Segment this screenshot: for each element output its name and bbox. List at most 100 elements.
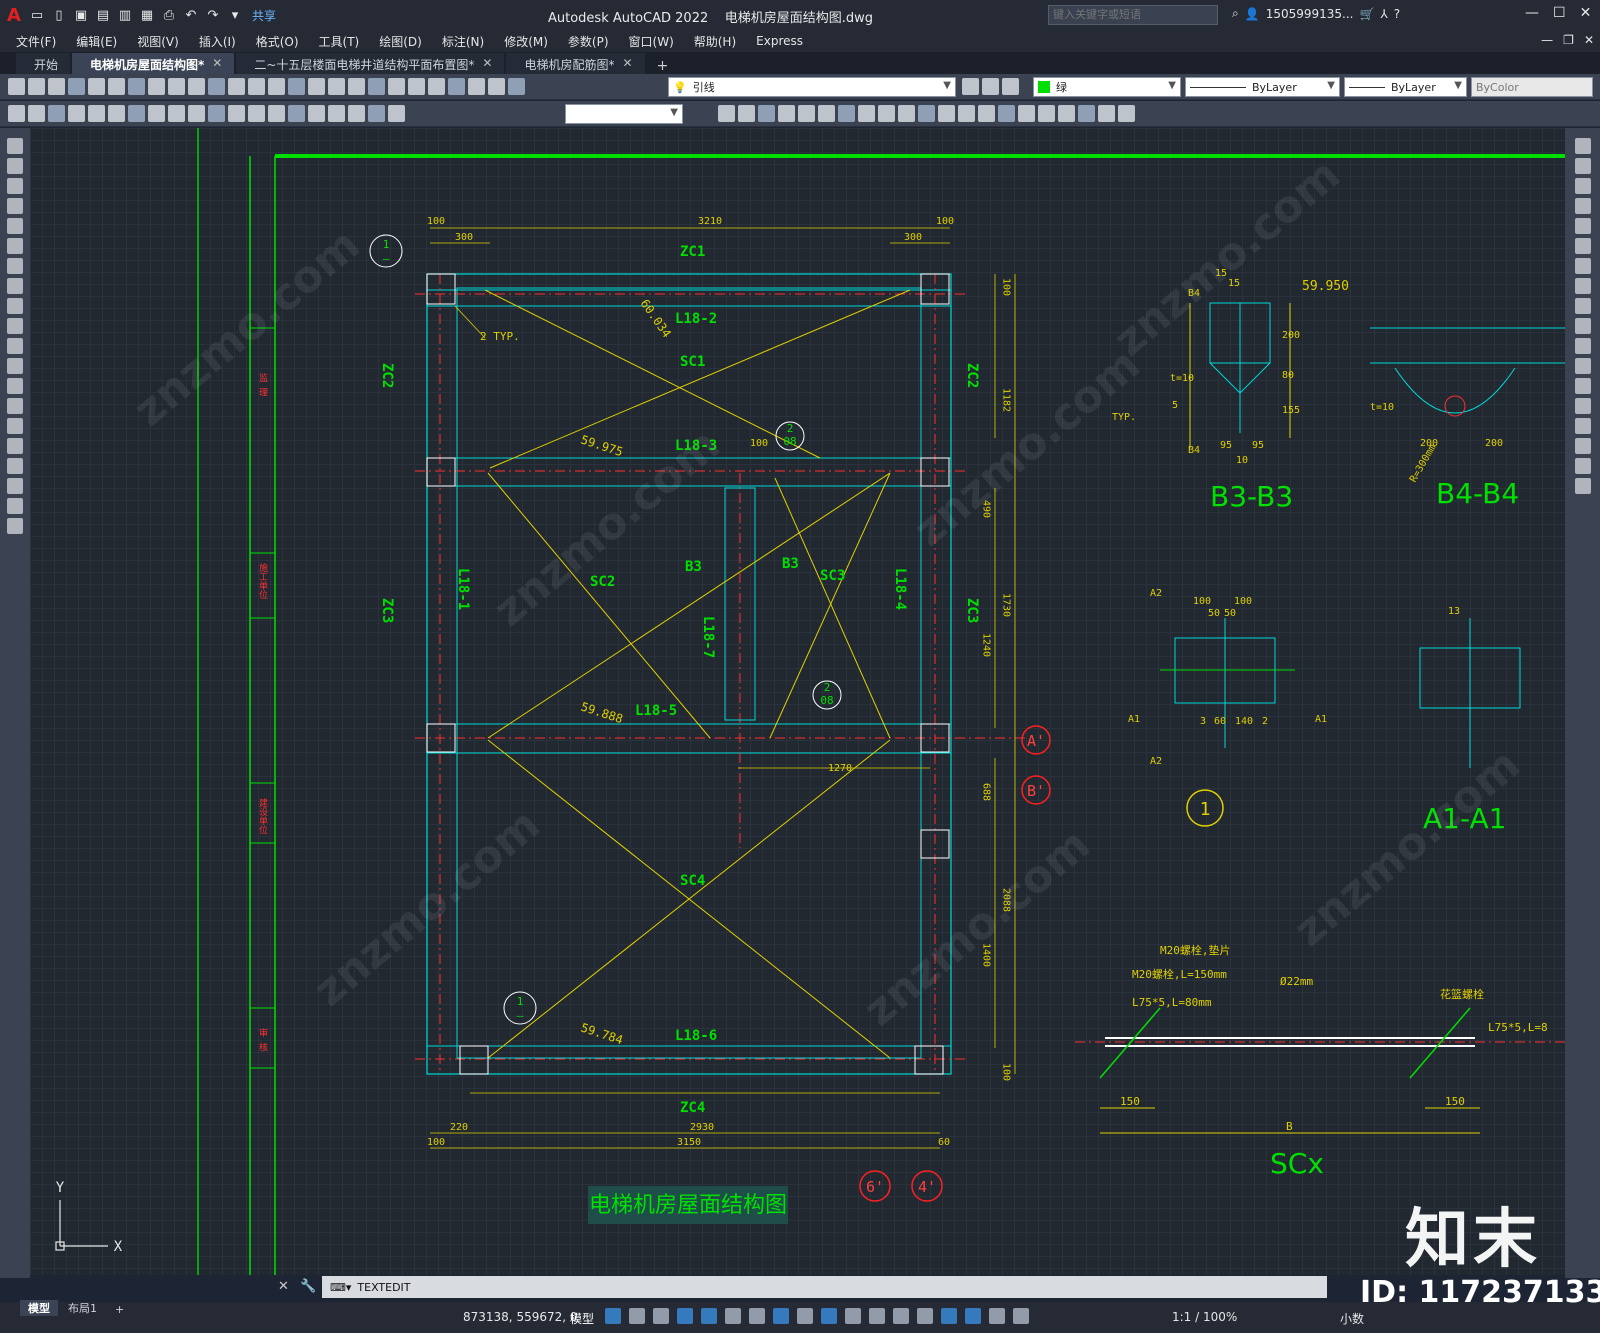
open-icon[interactable] <box>28 78 45 95</box>
erase-icon[interactable] <box>1018 105 1035 122</box>
insert-block-icon[interactable] <box>7 358 23 374</box>
wrench-icon[interactable]: 🔧 <box>300 1279 316 1294</box>
point-icon[interactable] <box>7 398 23 414</box>
osnap-tracking-icon[interactable] <box>749 1308 765 1324</box>
explode-icon[interactable] <box>998 105 1015 122</box>
open-file-icon[interactable]: ▯ <box>50 6 68 24</box>
properties-icon[interactable] <box>368 78 385 95</box>
break-icon[interactable] <box>1574 378 1591 394</box>
hatch-back-icon[interactable] <box>1078 105 1095 122</box>
extend-icon[interactable] <box>1574 338 1591 354</box>
tab-model[interactable]: 模型 <box>20 1300 58 1316</box>
sheet-set-icon[interactable] <box>428 78 445 95</box>
line-icon[interactable] <box>7 138 23 154</box>
menu-file[interactable]: 文件(F) <box>16 33 56 50</box>
circle-icon[interactable] <box>7 258 23 274</box>
isodraft-icon[interactable] <box>725 1308 741 1324</box>
explode-icon[interactable] <box>1574 478 1591 494</box>
join-icon[interactable] <box>938 105 955 122</box>
new-icon[interactable] <box>8 78 25 95</box>
quick-dim-icon[interactable] <box>168 105 185 122</box>
search-input[interactable] <box>1048 5 1218 25</box>
3d-osnap-icon[interactable] <box>869 1308 885 1324</box>
radius-icon[interactable] <box>88 105 105 122</box>
tab-start[interactable]: 开始 <box>16 53 71 74</box>
polyline-icon[interactable] <box>7 178 23 194</box>
close-icon[interactable]: ✕ <box>278 1279 289 1294</box>
dim-space-icon[interactable] <box>228 105 245 122</box>
linear-dim-icon[interactable] <box>8 105 25 122</box>
close-icon[interactable]: ✕ <box>212 56 222 74</box>
selection-filter-icon[interactable] <box>917 1308 933 1324</box>
redo-icon[interactable] <box>268 78 285 95</box>
search-icon[interactable]: ⌕ <box>1232 6 1239 21</box>
auto-scale-icon[interactable] <box>989 1308 1005 1324</box>
tab-layout1[interactable]: 布局1 <box>60 1300 105 1316</box>
rotate-icon[interactable] <box>818 105 835 122</box>
layer-previous-icon[interactable] <box>982 78 999 95</box>
cut-icon[interactable] <box>148 78 165 95</box>
offset-icon[interactable] <box>1574 198 1591 214</box>
drawing-area[interactable]: 监 理 施工单位 建设单位 审 核 100 3210 100 300 300 2… <box>30 128 1565 1275</box>
bring-front-icon[interactable] <box>1098 105 1115 122</box>
menu-express[interactable]: Express <box>756 34 803 48</box>
text-front-icon[interactable] <box>1058 105 1075 122</box>
match-properties-icon[interactable] <box>208 78 225 95</box>
layer-state-icon[interactable] <box>1002 78 1019 95</box>
doc-close-icon[interactable]: ✕ <box>1584 33 1594 47</box>
join-icon[interactable] <box>1574 398 1591 414</box>
dim-style-dropdown[interactable]: ▼ <box>565 104 683 124</box>
menu-modify[interactable]: 修改(M) <box>504 33 548 50</box>
mtext-icon[interactable] <box>7 498 23 514</box>
add-selected-icon[interactable] <box>7 518 23 534</box>
angular-icon[interactable] <box>148 105 165 122</box>
stretch-icon[interactable] <box>1574 298 1591 314</box>
layer-properties-icon[interactable] <box>508 78 525 95</box>
annotation-visibility-icon[interactable] <box>965 1308 981 1324</box>
send-back-icon[interactable] <box>1118 105 1135 122</box>
add-layout-icon[interactable]: + <box>107 1303 132 1316</box>
new-tab-icon[interactable]: + <box>647 58 679 74</box>
markup-icon[interactable] <box>448 78 465 95</box>
menu-help[interactable]: 帮助(H) <box>694 33 736 50</box>
paste-icon[interactable] <box>188 78 205 95</box>
3d-print-icon[interactable] <box>128 78 145 95</box>
zoom-realtime-icon[interactable] <box>308 78 325 95</box>
osnap-icon[interactable] <box>773 1308 789 1324</box>
autodesk-a360-icon[interactable]: ⅄ <box>1380 7 1387 21</box>
array-icon[interactable] <box>778 105 795 122</box>
continue-icon[interactable] <box>208 105 225 122</box>
save-icon[interactable]: ▣ <box>72 6 90 24</box>
undo-icon[interactable] <box>248 78 265 95</box>
gizmo-icon[interactable] <box>941 1308 957 1324</box>
array-icon[interactable] <box>1574 218 1591 234</box>
spline-icon[interactable] <box>7 298 23 314</box>
model-space-button[interactable]: 模型 <box>570 1310 594 1327</box>
make-block-icon[interactable] <box>7 378 23 394</box>
menu-window[interactable]: 窗口(W) <box>629 33 674 50</box>
menu-view[interactable]: 视图(V) <box>137 33 179 50</box>
arc-length-icon[interactable] <box>48 105 65 122</box>
copy-icon[interactable] <box>168 78 185 95</box>
aligned-dim-icon[interactable] <box>28 105 45 122</box>
chamfer-icon[interactable] <box>958 105 975 122</box>
ordinate-icon[interactable] <box>68 105 85 122</box>
stretch-icon[interactable] <box>858 105 875 122</box>
save-icon[interactable] <box>48 78 65 95</box>
move-icon[interactable] <box>798 105 815 122</box>
new-file-icon[interactable]: ▭ <box>28 6 46 24</box>
polygon-icon[interactable] <box>7 198 23 214</box>
ellipse-arc-icon[interactable] <box>7 338 23 354</box>
offset-icon[interactable] <box>758 105 775 122</box>
revcloud-icon[interactable] <box>7 278 23 294</box>
zoom-window-icon[interactable] <box>328 78 345 95</box>
plot-icon[interactable] <box>68 78 85 95</box>
draw-order-icon[interactable] <box>1038 105 1055 122</box>
help-icon[interactable] <box>488 78 505 95</box>
lineweight-icon[interactable] <box>797 1308 813 1324</box>
rectangle-icon[interactable] <box>7 218 23 234</box>
share-button[interactable]: 共享 <box>252 7 276 24</box>
extend-icon[interactable] <box>898 105 915 122</box>
color-dropdown[interactable]: 绿 ▼ <box>1033 77 1181 97</box>
ellipse-icon[interactable] <box>7 318 23 334</box>
